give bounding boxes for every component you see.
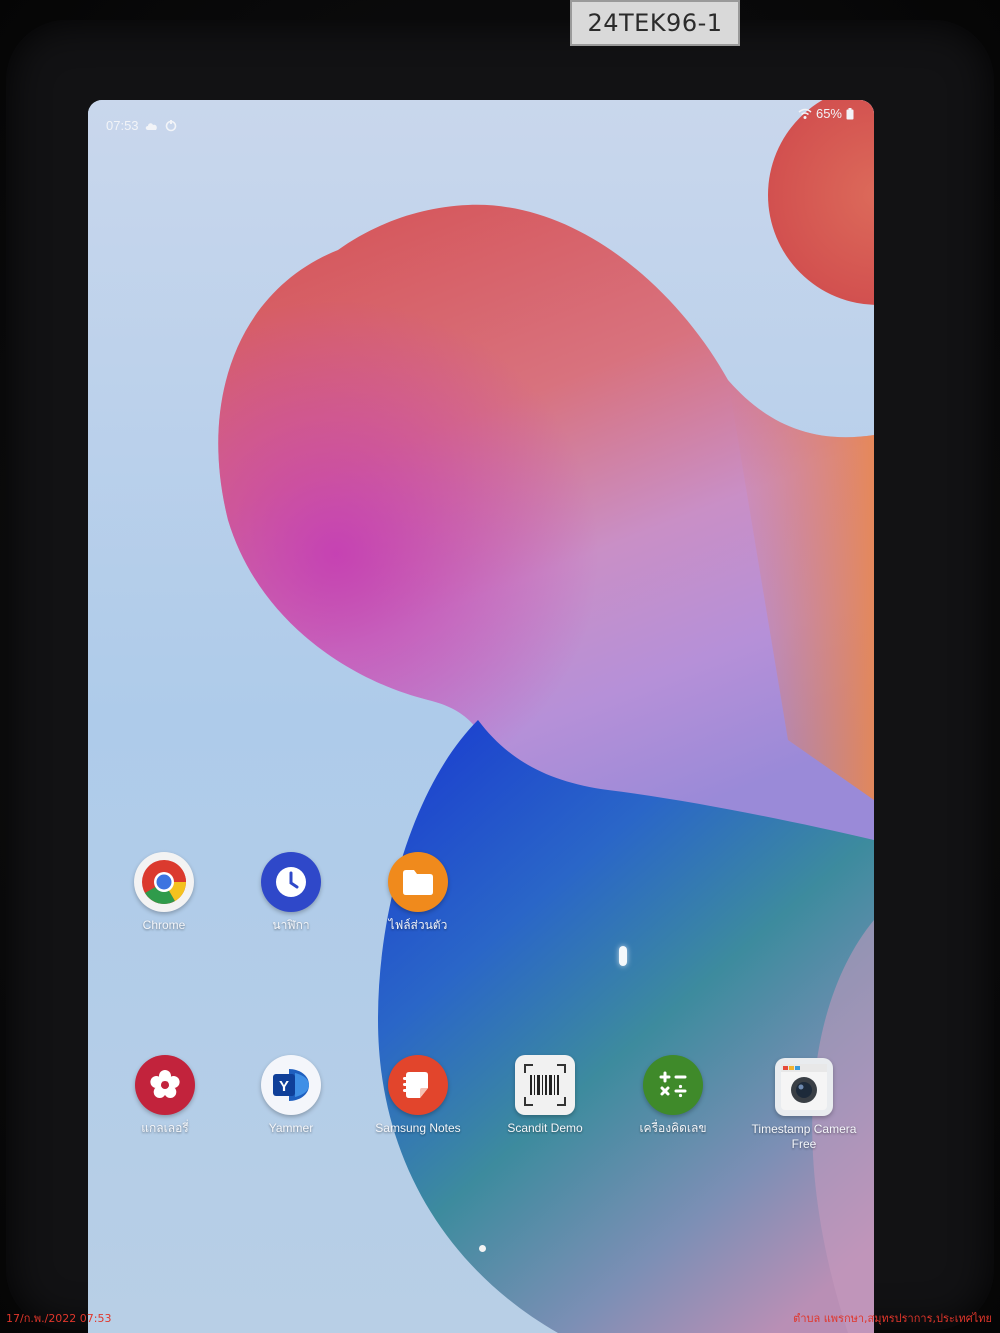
svg-text:Y: Y [279,1078,289,1095]
chrome-icon [134,852,194,912]
app-chrome[interactable]: Chrome [104,852,224,962]
app-calculator[interactable]: เครื่องคิดเลข [613,1055,733,1165]
app-scandit-demo[interactable]: Scandit Demo [485,1055,605,1165]
app-samsung-notes[interactable]: Samsung Notes [358,1055,478,1165]
barcode-scanner-icon [515,1055,575,1115]
page-indicator-dot[interactable] [479,1245,486,1252]
camera-icon [775,1058,833,1116]
clock-icon [261,852,321,912]
app-gallery[interactable]: แกลเลอรี่ [105,1055,225,1165]
yammer-icon: Y [261,1055,321,1115]
status-bar: 07:53 65% [88,100,874,133]
battery-icon [846,107,854,119]
app-label: Scandit Demo [507,1121,583,1135]
app-label: Chrome [142,918,186,932]
cloud-icon [145,122,157,130]
wifi-icon [798,108,812,119]
app-label: แกลเลอรี่ [141,1121,189,1135]
app-label: Timestamp Camera Free [751,1122,857,1151]
tablet-case: 24TEK96-1 07:53 65% Chrome นาฬิกา ไฟล์ส่… [0,0,1000,1333]
app-clock[interactable]: นาฬิกา [231,852,351,962]
asset-tag-label: 24TEK96-1 [570,0,740,46]
tablet-screen[interactable]: 07:53 65% Chrome นาฬิกา ไฟล์ส่วนตัว แกลเ… [88,100,874,1333]
calculator-icon [643,1055,703,1115]
status-right: 65% [798,106,854,121]
gallery-flower-icon [135,1055,195,1115]
app-label: เครื่องคิดเลข [639,1121,707,1135]
app-yammer[interactable]: Y Yammer [231,1055,351,1165]
screen-glare [619,946,627,966]
app-timestamp-camera[interactable]: Timestamp Camera Free [744,1058,864,1168]
app-label: นาฬิกา [272,918,310,932]
app-my-files[interactable]: ไฟล์ส่วนตัว [358,852,478,962]
folder-icon [388,852,448,912]
app-label: Yammer [268,1121,314,1135]
sync-icon [165,119,176,131]
status-time: 07:53 [106,118,139,133]
status-left: 07:53 [106,118,177,133]
photo-timestamp: 17/ก.พ./2022 07:53 [6,1312,112,1325]
samsung-notes-icon [388,1055,448,1115]
photo-location: ตำบล แพรกษา,สมุทรปราการ,ประเทศไทย [793,1312,992,1325]
app-label: ไฟล์ส่วนตัว [388,918,448,932]
app-label: Samsung Notes [375,1121,461,1135]
battery-percent: 65% [815,106,842,121]
